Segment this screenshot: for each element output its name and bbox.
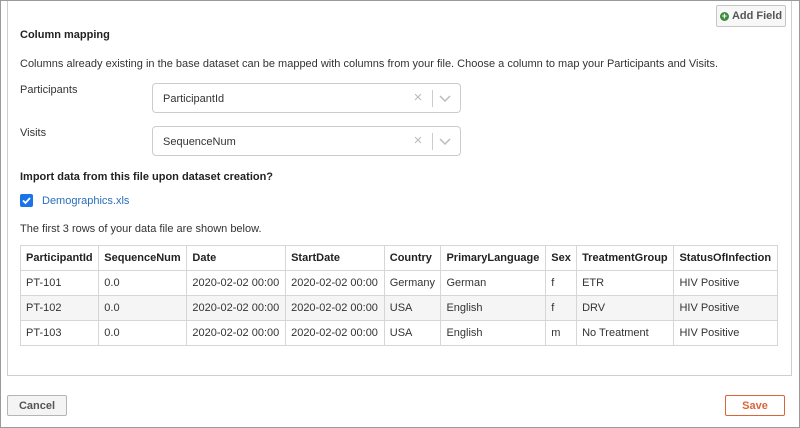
column-header: Sex bbox=[545, 245, 578, 271]
table-cell: Germany bbox=[383, 270, 442, 296]
column-header: SequenceNum bbox=[98, 245, 188, 271]
table-cell: 2020-02-02 00:00 bbox=[285, 270, 385, 296]
table-cell: English bbox=[440, 295, 547, 321]
visits-select-value: SequenceNum bbox=[163, 136, 236, 148]
visits-label: Visits bbox=[20, 127, 47, 139]
table-cell: 2020-02-02 00:00 bbox=[285, 320, 385, 346]
add-field-button[interactable]: + Add Field bbox=[716, 5, 786, 27]
table-cell: 0.0 bbox=[98, 295, 188, 321]
clear-icon[interactable]: × bbox=[409, 132, 427, 150]
table-cell: f bbox=[545, 270, 578, 296]
table-row: PT-103 0.0 2020-02-02 00:00 2020-02-02 0… bbox=[19, 320, 778, 346]
table-cell: USA bbox=[383, 320, 442, 346]
table-cell: 0.0 bbox=[98, 320, 188, 346]
plus-circle-icon: + bbox=[719, 10, 729, 21]
clear-icon[interactable]: × bbox=[409, 89, 427, 107]
import-question: Import data from this file upon dataset … bbox=[20, 171, 274, 183]
table-cell: No Treatment bbox=[576, 320, 675, 346]
column-header: TreatmentGroup bbox=[576, 245, 675, 271]
table-cell: 2020-02-02 00:00 bbox=[186, 270, 287, 296]
chevron-down-icon[interactable] bbox=[438, 135, 452, 147]
table-cell: PT-101 bbox=[19, 270, 100, 296]
column-header: Country bbox=[383, 245, 442, 271]
participants-select-value: ParticipantId bbox=[163, 93, 225, 105]
table-cell: USA bbox=[383, 295, 442, 321]
import-checkbox[interactable] bbox=[20, 194, 33, 207]
select-separator bbox=[432, 90, 433, 107]
table-cell: 0.0 bbox=[98, 270, 188, 296]
column-header: Date bbox=[186, 245, 287, 271]
section-title: Column mapping bbox=[20, 29, 110, 41]
column-header: StartDate bbox=[285, 245, 385, 271]
table-cell: 2020-02-02 00:00 bbox=[186, 295, 287, 321]
add-field-label: Add Field bbox=[731, 10, 783, 22]
participants-label: Participants bbox=[20, 84, 78, 96]
column-header: StatusOfInfection bbox=[673, 245, 778, 271]
visits-select[interactable]: SequenceNum × bbox=[152, 126, 461, 156]
chevron-down-icon[interactable] bbox=[438, 92, 452, 104]
mapping-description: Columns already existing in the base dat… bbox=[20, 58, 719, 70]
table-header-row: ParticipantId SequenceNum Date StartDate… bbox=[19, 245, 778, 271]
table-cell: German bbox=[440, 270, 547, 296]
column-header: ParticipantId bbox=[19, 245, 100, 271]
table-cell: HIV Positive bbox=[673, 270, 778, 296]
table-cell: PT-103 bbox=[19, 320, 100, 346]
table-cell: HIV Positive bbox=[673, 320, 778, 346]
check-icon bbox=[22, 197, 31, 205]
participants-select[interactable]: ParticipantId × bbox=[152, 83, 461, 113]
cancel-button[interactable]: Cancel bbox=[7, 395, 67, 416]
table-cell: m bbox=[545, 320, 578, 346]
table-row: PT-102 0.0 2020-02-02 00:00 2020-02-02 0… bbox=[19, 295, 778, 321]
table-cell: HIV Positive bbox=[673, 295, 778, 321]
select-separator bbox=[432, 133, 433, 150]
table-cell: English bbox=[440, 320, 547, 346]
table-cell: 2020-02-02 00:00 bbox=[285, 295, 385, 321]
table-row: PT-101 0.0 2020-02-02 00:00 2020-02-02 0… bbox=[19, 270, 778, 296]
preview-table: ParticipantId SequenceNum Date StartDate… bbox=[19, 245, 778, 346]
table-cell: f bbox=[545, 295, 578, 321]
table-cell: 2020-02-02 00:00 bbox=[186, 320, 287, 346]
save-button[interactable]: Save bbox=[725, 395, 785, 416]
file-name-link[interactable]: Demographics.xls bbox=[42, 195, 129, 207]
table-cell: PT-102 bbox=[19, 295, 100, 321]
table-cell: DRV bbox=[576, 295, 675, 321]
table-cell: ETR bbox=[576, 270, 675, 296]
rows-info: The first 3 rows of your data file are s… bbox=[20, 223, 262, 235]
column-header: PrimaryLanguage bbox=[440, 245, 547, 271]
